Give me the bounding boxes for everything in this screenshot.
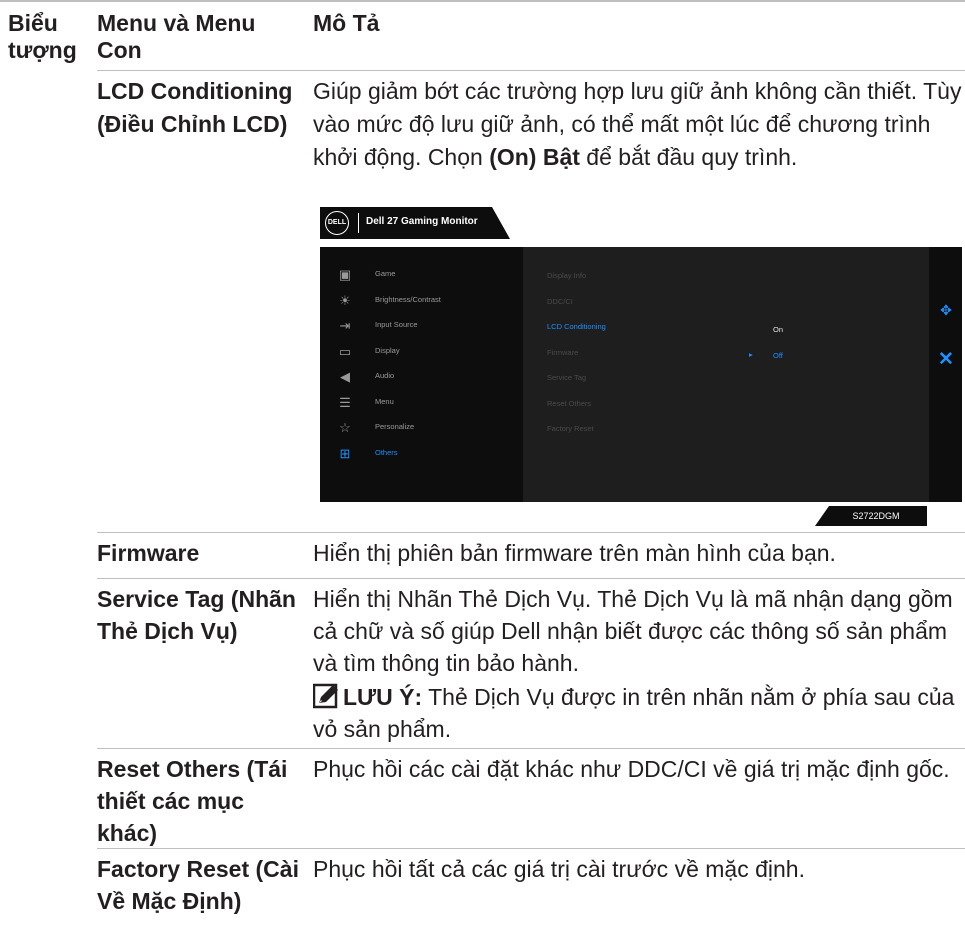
others-icon: ⊞ — [339, 445, 351, 461]
divider — [358, 213, 359, 233]
osd-submenu-item-2[interactable]: LCD Conditioning — [547, 322, 606, 331]
menu-name-service-tag: Service Tag (Nhãn Thẻ Dịch Vụ) — [97, 586, 296, 644]
menu-name-lcd-conditioning: LCD Conditioning (Điều Chỉnh LCD) — [97, 78, 293, 137]
description-text-end: để bắt đầu quy trình. — [579, 144, 798, 170]
osd-menu-label: Menu — [375, 396, 394, 406]
osd-menu-label: Brightness/Contrast — [375, 294, 441, 304]
osd-submenu-item-4[interactable]: Service Tag — [547, 373, 586, 382]
osd-side-bar: ✥ ✕ — [929, 247, 962, 502]
osd-submenu-item-6[interactable]: Factory Reset — [547, 424, 594, 433]
description-bold-text: (On) Bật — [489, 144, 580, 170]
osd-screenshot: DELL Dell 27 Gaming Monitor ▣ Game ☀ Bright… — [320, 207, 962, 525]
description-reset-others: Phục hồi các cài đặt khác như DDC/CI về … — [313, 756, 950, 782]
note: LƯU Ý: Thẻ Dịch Vụ được in trên nhãn nằm… — [313, 681, 963, 745]
menu-name-reset-others: Reset Others (Tái thiết các mục khác) — [97, 756, 288, 846]
description-service-tag: Hiển thị Nhãn Thẻ Dịch Vụ. Thẻ Dịch Vụ l… — [313, 586, 953, 676]
osd-menu-item-6[interactable]: ☆ Personalize — [320, 418, 520, 442]
osd-menu-item-1[interactable]: ☀ Brightness/Contrast — [320, 291, 520, 315]
osd-menu-item-7[interactable]: ⊞ Others — [320, 444, 520, 468]
note-label: LƯU Ý: — [343, 684, 423, 710]
osd-menu-item-4[interactable]: ◀ Audio — [320, 367, 520, 391]
osd-menu-item-3[interactable]: ▭ Display — [320, 342, 520, 366]
option-on[interactable]: On — [773, 325, 783, 334]
header-icon-column: Biểu tượng — [8, 10, 77, 63]
osd-menu-label: Personalize — [375, 422, 415, 431]
table-row-reset-others: Reset Others (Tái thiết các mục khác) Ph… — [97, 748, 965, 848]
dell-logo: DELL — [325, 211, 349, 235]
header-menu-column: Menu và Menu Con — [97, 10, 256, 63]
brightness-icon: ☀ — [339, 292, 351, 308]
description-factory-reset: Phục hồi tất cả các giá trị cài trước về… — [313, 856, 805, 882]
close-icon[interactable]: ✕ — [937, 350, 955, 369]
osd-menu-label: Others — [375, 447, 398, 457]
table-row-firmware: Firmware Hiển thị phiên bản firmware trê… — [97, 532, 965, 578]
description-firmware: Hiển thị phiên bản firmware trên màn hìn… — [313, 540, 836, 566]
osd-menu-item-0[interactable]: ▣ Game — [320, 265, 520, 289]
description-lcd-conditioning: Giúp giảm bớt các trường hợp lưu giữ ảnh… — [313, 75, 963, 174]
table-header: Biểu tượng Menu và Menu Con Mô Tả — [0, 0, 965, 70]
menu-icon: ☰ — [339, 394, 351, 410]
option-off[interactable]: Off — [773, 351, 783, 360]
game-icon: ▣ — [338, 267, 352, 282]
osd-main-panel: ▣ Game ☀ Brightness/Contrast ⇥ Input Source ▭ D… — [320, 247, 962, 502]
osd-submenu-item-3[interactable]: Firmware — [547, 348, 578, 357]
osd-submenu-panel: On ▸ Off Display Info DDC/CI LCD Condition… — [523, 247, 929, 502]
model-label: S2722DGM — [815, 506, 927, 526]
osd-submenu-item-5[interactable]: Reset Others — [547, 399, 591, 408]
move-icon[interactable]: ✥ — [938, 302, 954, 318]
osd-submenu-item-0[interactable]: Display Info — [547, 271, 586, 280]
osd-menu-item-2[interactable]: ⇥ Input Source — [320, 316, 520, 340]
osd-title-bar: DELL Dell 27 Gaming Monitor — [320, 207, 510, 239]
star-icon: ☆ — [339, 420, 351, 435]
menu-name-firmware: Firmware — [97, 540, 200, 566]
osd-submenu-item-1[interactable]: DDC/CI — [547, 297, 573, 306]
note-pencil-icon — [313, 683, 338, 709]
display-icon: ▭ — [338, 343, 352, 359]
osd-menu-label: Input Source — [375, 320, 418, 329]
audio-icon: ◀ — [340, 369, 350, 384]
menu-name-factory-reset: Factory Reset (Cài Về Mặc Định) — [97, 856, 299, 914]
table-row-service-tag: Service Tag (Nhãn Thẻ Dịch Vụ) Hiển thị … — [97, 578, 965, 748]
header-description-column: Mô Tả — [313, 10, 380, 36]
osd-menu-item-5[interactable]: ☰ Menu — [320, 393, 520, 417]
osd-title: Dell 27 Gaming Monitor — [366, 216, 478, 227]
input-source-icon: ⇥ — [339, 318, 351, 333]
table-row-factory-reset: Factory Reset (Cài Về Mặc Định) Phục hồi… — [97, 848, 965, 947]
osd-menu-label: Game — [375, 269, 396, 278]
arrow-right-icon: ▸ — [749, 350, 753, 359]
osd-menu-label: Audio — [375, 371, 395, 380]
osd-menu-label: Display — [375, 345, 400, 355]
